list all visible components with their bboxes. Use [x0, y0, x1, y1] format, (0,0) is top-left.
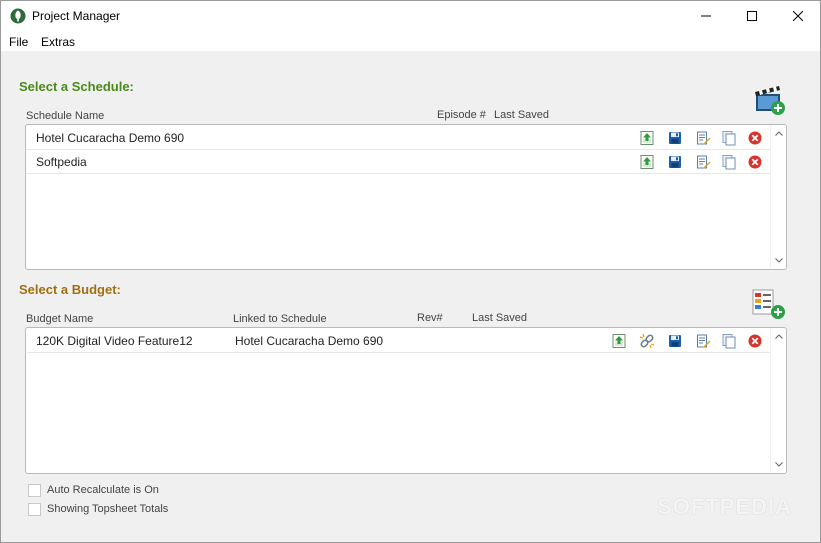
budget-section-title: Select a Budget:: [19, 282, 121, 297]
schedule-column-name[interactable]: Schedule Name: [26, 110, 104, 122]
project-manager-window: Project Manager File Extras Select a Sch…: [0, 0, 821, 543]
minimize-icon: [701, 15, 711, 17]
duplicate-icon[interactable]: [721, 333, 737, 349]
scroll-up-icon[interactable]: [774, 129, 784, 139]
new-budget-sheet-icon: [752, 289, 785, 319]
budget-column-rev[interactable]: Rev#: [417, 312, 443, 324]
new-schedule-clapperboard-icon: [755, 86, 785, 115]
auto-recalculate-label: Auto Recalculate is On: [47, 484, 159, 496]
delete-icon[interactable]: [747, 333, 763, 349]
schedule-row[interactable]: Softpedia: [27, 150, 771, 174]
menu-extras[interactable]: Extras: [41, 35, 75, 49]
edit-icon[interactable]: [695, 333, 711, 349]
schedule-section-title: Select a Schedule:: [19, 79, 134, 94]
budget-row[interactable]: 120K Digital Video Feature12 Hotel Cucar…: [27, 329, 771, 353]
schedule-scrollbar[interactable]: [770, 126, 786, 268]
open-icon[interactable]: [639, 130, 655, 146]
title-bar: Project Manager: [1, 1, 820, 31]
close-button[interactable]: [775, 1, 821, 31]
budget-column-linked[interactable]: Linked to Schedule: [233, 313, 327, 325]
schedule-row[interactable]: Hotel Cucaracha Demo 690: [27, 126, 771, 150]
schedule-column-last-saved[interactable]: Last Saved: [494, 109, 549, 121]
schedule-column-episode[interactable]: Episode #: [437, 109, 486, 121]
auto-recalculate-checkbox[interactable]: [28, 484, 41, 497]
close-icon: [793, 11, 803, 21]
edit-icon[interactable]: [695, 130, 711, 146]
save-icon[interactable]: [667, 333, 683, 349]
delete-icon[interactable]: [747, 130, 763, 146]
schedule-name: Hotel Cucaracha Demo 690: [36, 131, 185, 145]
minimize-button[interactable]: [683, 1, 729, 31]
schedule-name: Softpedia: [36, 155, 87, 169]
topsheet-totals-label: Showing Topsheet Totals: [47, 503, 169, 515]
topsheet-totals-checkbox[interactable]: [28, 503, 41, 516]
budget-scrollbar[interactable]: [770, 329, 786, 472]
softpedia-watermark: SOFTPEDIA: [657, 494, 792, 519]
menu-bar: File Extras: [1, 31, 820, 51]
app-logo-icon: [10, 8, 26, 24]
main-content: Select a Schedule: Schedule Name Episode…: [1, 51, 820, 542]
duplicate-icon[interactable]: [721, 130, 737, 146]
budget-linked-schedule: Hotel Cucaracha Demo 690: [235, 334, 384, 348]
duplicate-icon[interactable]: [721, 154, 737, 170]
budget-list[interactable]: 120K Digital Video Feature12 Hotel Cucar…: [25, 327, 787, 474]
scroll-up-icon[interactable]: [774, 332, 784, 342]
budget-column-name[interactable]: Budget Name: [26, 313, 93, 325]
open-icon[interactable]: [611, 333, 627, 349]
new-schedule-button[interactable]: [753, 83, 787, 117]
budget-name: 120K Digital Video Feature12: [36, 334, 193, 348]
maximize-icon: [747, 11, 757, 21]
scroll-down-icon[interactable]: [774, 459, 784, 469]
delete-icon[interactable]: [747, 154, 763, 170]
maximize-button[interactable]: [729, 1, 775, 31]
menu-file[interactable]: File: [9, 35, 28, 49]
new-budget-button[interactable]: [751, 287, 787, 321]
schedule-list[interactable]: Hotel Cucaracha Demo 690 Softpedia: [25, 124, 787, 270]
window-title: Project Manager: [32, 9, 121, 23]
scroll-down-icon[interactable]: [774, 255, 784, 265]
save-icon[interactable]: [667, 154, 683, 170]
budget-column-last-saved[interactable]: Last Saved: [472, 312, 527, 324]
open-icon[interactable]: [639, 154, 655, 170]
unlink-icon[interactable]: [639, 333, 655, 349]
edit-icon[interactable]: [695, 154, 711, 170]
save-icon[interactable]: [667, 130, 683, 146]
